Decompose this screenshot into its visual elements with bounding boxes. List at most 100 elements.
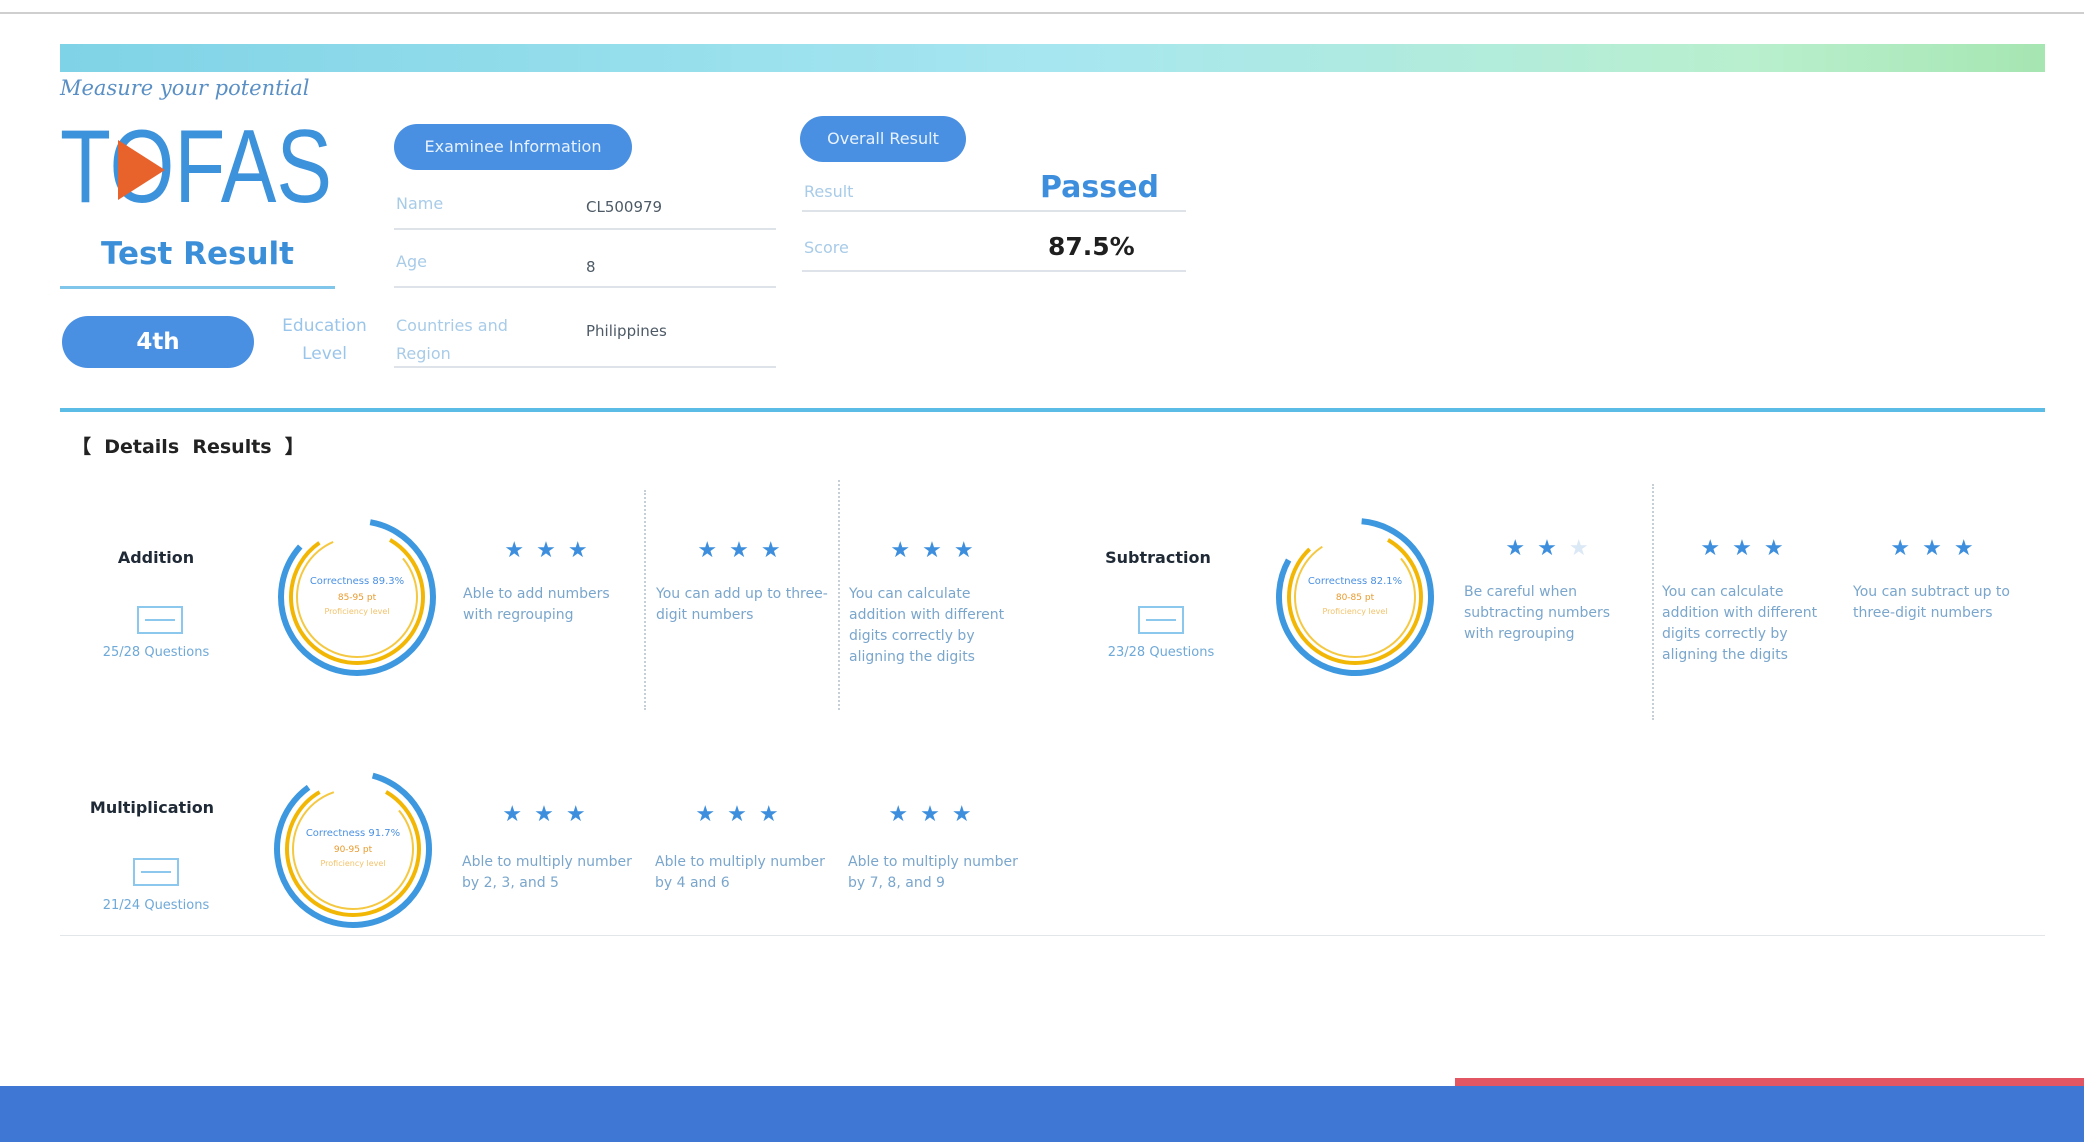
star-icon: ★ <box>922 538 954 563</box>
column-divider <box>644 490 646 710</box>
star-icon: ★ <box>1763 536 1796 561</box>
row-divider <box>802 210 1186 212</box>
ring-line-3: Proficiency level <box>324 607 389 616</box>
skill-name-addition: Addition <box>117 548 195 567</box>
country-value: Philippines <box>586 322 667 340</box>
name-label: Name <box>396 194 444 213</box>
star-icon: ★ <box>1537 536 1569 561</box>
skill-comment: You can calculate addition with differen… <box>1662 584 1818 663</box>
ring-line-2: 85-95 pt <box>338 593 377 603</box>
header-gradient-bar <box>60 44 2045 72</box>
score-label: Score <box>804 238 849 257</box>
skill-comment: Able to multiply number by 7, 8, and 9 <box>848 854 1018 891</box>
overall-result-button[interactable]: Overall Result <box>800 116 966 162</box>
ring-line-3: Proficiency level <box>320 859 385 868</box>
footer-accent-strip <box>1455 1078 2084 1086</box>
examinee-information-button[interactable]: Examinee Information <box>394 124 632 170</box>
star-icon: ★ <box>953 538 986 563</box>
question-count: 23/28 Questions <box>1107 645 1215 660</box>
row-divider <box>394 366 776 368</box>
details-results-heading: 【 Details Results 】 <box>72 436 304 458</box>
star-icon: ★ <box>760 538 793 563</box>
question-count: 25/28 Questions <box>102 645 210 660</box>
grade-badge: 4th <box>62 316 254 368</box>
ring-line-3: Proficiency level <box>1322 607 1387 616</box>
star-rating: ★★★ <box>846 802 1026 827</box>
skill-comment: You can calculate addition with differen… <box>849 586 1005 665</box>
row-divider <box>394 228 776 230</box>
section-divider <box>60 408 2045 412</box>
education-level-label: Education Level <box>282 316 367 364</box>
top-border <box>0 12 2084 14</box>
ring-line-2: 90-95 pt <box>334 845 373 855</box>
country-label: Countries and Region <box>396 316 508 363</box>
score-ring-subtraction: Correctness 82.1% 80-85 pt Proficiency l… <box>1276 518 1434 676</box>
title-underline <box>60 286 335 289</box>
star-icon: ★ <box>1890 536 1923 561</box>
star-icon: ★ <box>1568 536 1601 561</box>
ring-line-1: Correctness 91.7% <box>306 828 400 839</box>
brand-text: TOFAS <box>60 110 332 220</box>
star-icon: ★ <box>1953 536 1986 561</box>
ring-line-2: 80-85 pt <box>1336 593 1375 603</box>
star-icon: ★ <box>504 538 537 563</box>
ring-line-1: Correctness 82.1% <box>1308 576 1402 587</box>
star-icon: ★ <box>1700 536 1733 561</box>
result-sheet: Measure your potential TOFAS Test Result… <box>0 0 2084 1142</box>
skill-name-multiplication: Multiplication <box>89 798 215 817</box>
bottom-divider <box>60 935 2045 936</box>
footer-bar <box>0 1086 2084 1142</box>
star-rating: ★★★ <box>462 538 642 563</box>
star-rating: ★★★ <box>1463 536 1643 561</box>
skill-comment: Able to multiply number by 2, 3, and 5 <box>462 854 632 891</box>
star-icon: ★ <box>565 802 598 827</box>
star-icon: ★ <box>536 538 568 563</box>
star-icon: ★ <box>1732 536 1764 561</box>
column-divider <box>838 480 840 710</box>
star-icon: ★ <box>920 802 952 827</box>
skill-comment: You can add up to three-digit numbers <box>656 586 828 623</box>
test-result-title: Test Result <box>101 236 294 272</box>
star-icon: ★ <box>502 802 535 827</box>
score-value: 87.5% <box>1048 232 1135 261</box>
skill-comment: Be careful when subtracting numbers with… <box>1464 584 1611 642</box>
age-label: Age <box>396 252 427 271</box>
score-ring-multiplication: Correctness 91.7% 90-95 pt Proficiency l… <box>274 770 432 928</box>
tofas-logo: TOFAS <box>60 110 332 220</box>
tagline: Measure your potential <box>60 76 310 100</box>
result-value: Passed <box>1040 170 1159 205</box>
row-divider <box>394 286 776 288</box>
star-icon: ★ <box>758 802 791 827</box>
question-sheet-icon <box>137 606 183 634</box>
star-icon: ★ <box>695 802 728 827</box>
star-rating: ★★★ <box>848 538 1028 563</box>
star-icon: ★ <box>697 538 730 563</box>
star-icon: ★ <box>567 538 600 563</box>
star-icon: ★ <box>888 802 921 827</box>
question-sheet-icon <box>1138 606 1184 634</box>
row-divider <box>802 270 1186 272</box>
ring-line-1: Correctness 89.3% <box>310 576 404 587</box>
star-icon: ★ <box>727 802 759 827</box>
star-icon: ★ <box>729 538 761 563</box>
star-rating: ★★★ <box>460 802 640 827</box>
star-icon: ★ <box>1922 536 1954 561</box>
skill-comment: You can subtract up to three-digit numbe… <box>1853 584 2010 621</box>
star-icon: ★ <box>951 802 984 827</box>
star-rating: ★★★ <box>1658 536 1838 561</box>
question-sheet-icon <box>133 858 179 886</box>
name-value: CL500979 <box>586 198 663 216</box>
star-icon: ★ <box>890 538 923 563</box>
star-icon: ★ <box>1505 536 1538 561</box>
star-rating: ★★★ <box>1848 536 2028 561</box>
star-icon: ★ <box>534 802 566 827</box>
question-count: 21/24 Questions <box>102 898 210 913</box>
skill-name-subtraction: Subtraction <box>1105 548 1211 567</box>
column-divider <box>1652 484 1654 720</box>
result-label: Result <box>804 182 854 201</box>
skill-comment: Able to multiply number by 4 and 6 <box>655 854 825 891</box>
age-value: 8 <box>586 258 596 276</box>
star-rating: ★★★ <box>655 538 835 563</box>
score-ring-addition: Correctness 89.3% 85-95 pt Proficiency l… <box>278 518 436 676</box>
star-rating: ★★★ <box>653 802 833 827</box>
